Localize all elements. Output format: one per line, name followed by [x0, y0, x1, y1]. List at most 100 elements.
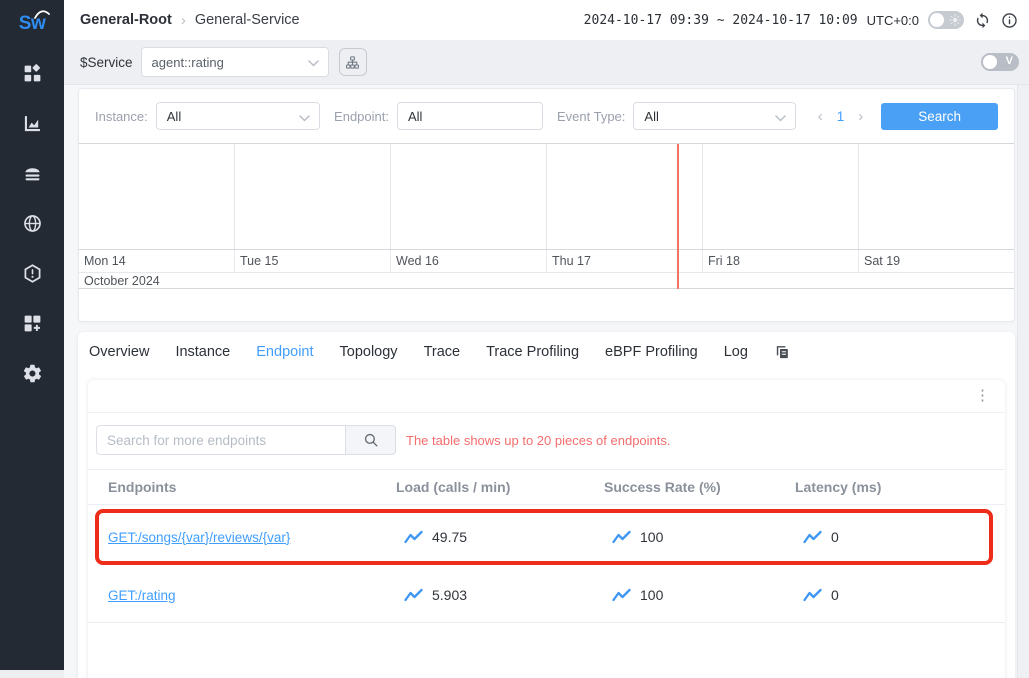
endpoint-card-header: ⋮ — [88, 380, 1005, 413]
skywalking-logo[interactable]: Sw — [0, 0, 64, 48]
tab-trace[interactable]: Trace — [424, 344, 461, 360]
endpoint-link[interactable]: GET:/songs/{var}/reviews/{var} — [108, 530, 290, 545]
pager-next-button[interactable]: › — [858, 108, 863, 125]
table-row: GET:/rating 5.903 100 0 — [88, 568, 1005, 622]
version-toggle-knob — [983, 55, 997, 69]
sidebar-item-alerting[interactable] — [0, 248, 64, 298]
load-value: 5.903 — [432, 587, 467, 603]
trend-chart-icon[interactable] — [404, 588, 423, 602]
org-chart-icon — [345, 55, 360, 70]
instance-filter-select[interactable]: All — [156, 102, 320, 130]
endpoint-search-button[interactable] — [345, 425, 396, 455]
copy-icon — [774, 344, 791, 361]
success-rate-cell: 100 — [604, 587, 795, 603]
instance-filter-value: All — [167, 109, 181, 124]
version-toggle-label: V — [1006, 55, 1013, 67]
info-button[interactable] — [1000, 11, 1018, 29]
timeline-grid — [79, 144, 1014, 249]
instance-filter-label: Instance: — [95, 109, 148, 124]
event-timeline-chart[interactable]: Mon 14 Tue 15 Wed 16 Thu 17 Fri 18 Sat 1… — [79, 143, 1014, 289]
sidebar-item-dashboards[interactable] — [0, 48, 64, 98]
endpoint-limit-notice: The table shows up to 20 pieces of endpo… — [406, 433, 671, 448]
trend-chart-icon[interactable] — [803, 530, 822, 544]
trend-chart-icon[interactable] — [612, 530, 631, 544]
breadcrumb-root[interactable]: General-Root — [80, 12, 172, 28]
column-latency: Latency (ms) — [795, 479, 1005, 495]
endpoint-filter-input[interactable] — [397, 102, 543, 130]
bar-chart-icon — [22, 113, 43, 134]
timeline-current-time-marker — [677, 144, 679, 289]
event-type-filter-label: Event Type: — [557, 109, 625, 124]
breadcrumb-current: General-Service — [195, 12, 300, 28]
tab-ebpf-profiling[interactable]: eBPF Profiling — [605, 344, 698, 360]
breadcrumb-separator: › — [181, 12, 186, 29]
event-type-filter-select[interactable]: All — [633, 102, 795, 130]
layers-icon — [22, 163, 43, 184]
more-options-button[interactable]: ⋮ — [975, 386, 991, 406]
timeline-cell — [79, 144, 234, 249]
endpoint-search-row: The table shows up to 20 pieces of endpo… — [96, 425, 1005, 455]
sidebar-item-general-service[interactable] — [0, 98, 64, 148]
chevron-down-icon — [299, 115, 310, 122]
service-select[interactable]: agent::rating — [141, 47, 329, 77]
globe-icon — [22, 213, 43, 234]
timeline-day-label: Wed 16 — [390, 250, 546, 272]
event-search-button[interactable]: Search — [881, 103, 998, 130]
trend-chart-icon[interactable] — [404, 530, 423, 544]
version-toggle[interactable]: V — [981, 53, 1019, 71]
load-cell: 5.903 — [396, 587, 604, 603]
sidebar-item-layers[interactable] — [0, 148, 64, 198]
endpoint-table-header: Endpoints Load (calls / min) Success Rat… — [88, 469, 1005, 505]
sidebar: Sw — [0, 0, 64, 670]
column-load: Load (calls / min) — [396, 479, 604, 495]
timeline-cell — [234, 144, 390, 249]
success-rate-value: 100 — [640, 587, 663, 603]
sidebar-item-marketplace[interactable] — [0, 298, 64, 348]
latency-value: 0 — [831, 529, 839, 545]
sidebar-item-settings[interactable] — [0, 348, 64, 398]
endpoint-search-input[interactable] — [96, 425, 345, 455]
scrollbar[interactable] — [1017, 85, 1029, 678]
event-filter-row: Instance: All Endpoint: Event Type: All … — [79, 89, 1014, 130]
theme-toggle[interactable] — [928, 11, 964, 29]
tab-topology[interactable]: Topology — [340, 344, 398, 360]
timeline-day-label: Sat 19 — [858, 250, 1014, 272]
tab-endpoint[interactable]: Endpoint — [256, 344, 313, 360]
sidebar-item-service-mesh[interactable] — [0, 198, 64, 248]
trend-chart-icon[interactable] — [612, 588, 631, 602]
tab-trace-profiling[interactable]: Trace Profiling — [486, 344, 579, 360]
table-row-highlighted: GET:/songs/{var}/reviews/{var} 49.75 100… — [95, 509, 993, 565]
header-controls: 2024-10-17 09:39 ~ 2024-10-17 10:09 UTC+… — [584, 11, 1018, 29]
timeline-month-label: October 2024 — [79, 272, 1014, 289]
alert-hexagon-icon — [22, 263, 43, 284]
dashboard-grid-icon — [22, 63, 43, 84]
table-divider — [88, 622, 1005, 623]
refresh-button[interactable] — [973, 11, 991, 29]
service-detail-panel: Overview Instance Endpoint Topology Trac… — [78, 332, 1015, 678]
tab-overview[interactable]: Overview — [89, 344, 149, 360]
trend-chart-icon[interactable] — [803, 588, 822, 602]
service-tabs: Overview Instance Endpoint Topology Trac… — [78, 332, 1015, 372]
pager-prev-button[interactable]: ‹ — [818, 108, 823, 125]
refresh-icon — [974, 12, 991, 29]
timeline-day-labels: Mon 14 Tue 15 Wed 16 Thu 17 Fri 18 Sat 1… — [79, 249, 1014, 272]
search-icon — [363, 432, 379, 448]
tab-log[interactable]: Log — [724, 344, 748, 360]
event-pager: ‹ 1 › — [818, 108, 864, 125]
load-value: 49.75 — [432, 529, 467, 545]
latency-value: 0 — [831, 587, 839, 603]
time-range-picker[interactable]: 2024-10-17 09:39 ~ 2024-10-17 10:09 — [584, 13, 858, 28]
copy-dashboard-button[interactable] — [774, 344, 791, 361]
chevron-down-icon — [775, 115, 786, 122]
main-content: Instance: All Endpoint: Event Type: All … — [64, 85, 1029, 678]
skywalking-app: Sw — [0, 0, 1029, 678]
success-rate-cell: 100 — [604, 529, 795, 545]
timeline-day-label: Tue 15 — [234, 250, 390, 272]
topology-hierarchy-button[interactable] — [339, 48, 367, 76]
endpoint-link[interactable]: GET:/rating — [108, 588, 176, 603]
endpoint-filter-label: Endpoint: — [334, 109, 389, 124]
endpoint-list-card: ⋮ The table shows up to 20 pieces of end… — [88, 380, 1005, 678]
event-type-filter-value: All — [644, 109, 658, 124]
tab-instance[interactable]: Instance — [175, 344, 230, 360]
latency-cell: 0 — [795, 587, 1005, 603]
